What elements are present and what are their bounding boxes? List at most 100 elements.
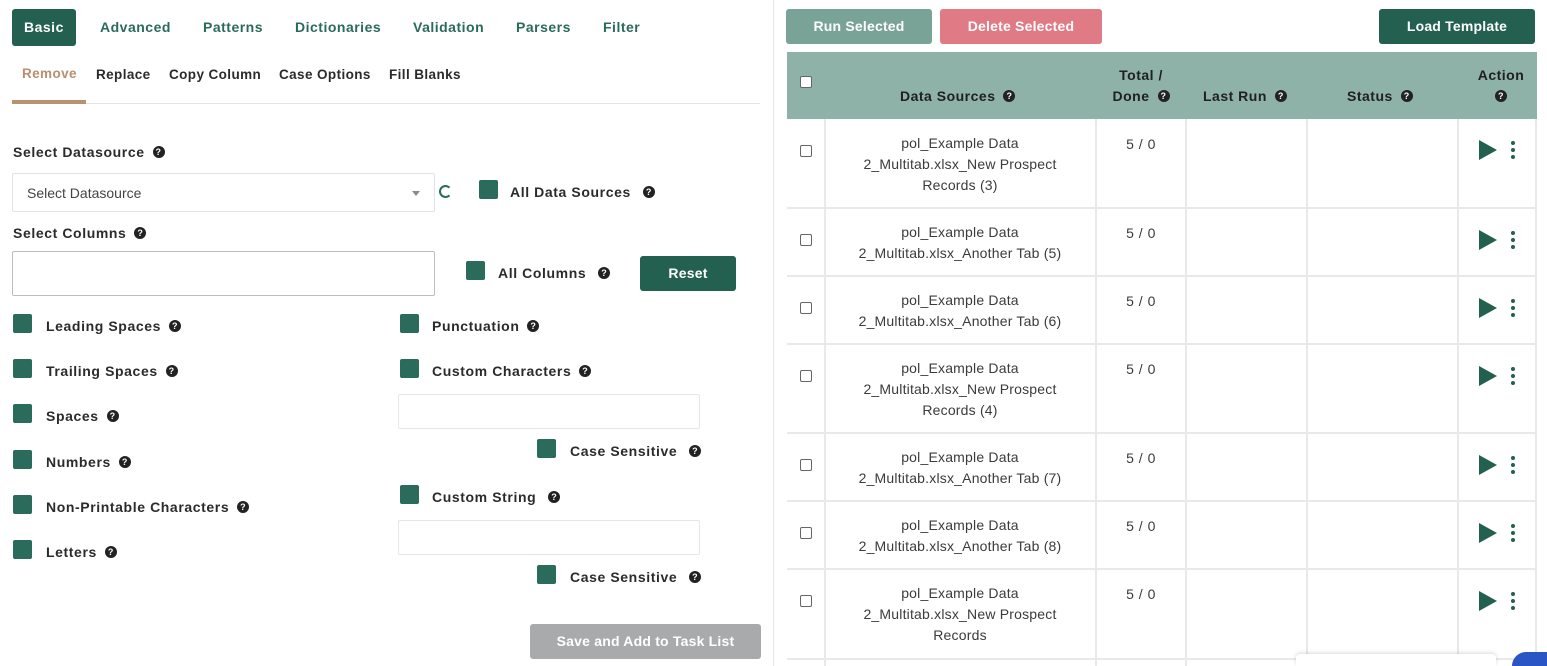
all-columns-checkbox[interactable]	[466, 261, 485, 280]
row-checkbox[interactable]	[800, 595, 812, 607]
help-icon[interactable]: ?	[548, 491, 561, 504]
datasource-name: pol_Example Data 2_Multitab.xlsx_Another …	[827, 222, 1093, 264]
help-icon[interactable]: ?	[1274, 90, 1287, 103]
help-icon[interactable]: ?	[106, 410, 119, 423]
more-vertical-icon[interactable]	[1511, 367, 1515, 388]
chat-popup[interactable]	[1296, 654, 1496, 666]
datasource-line: 2_Multitab.xlsx_Another Tab (6)	[858, 313, 1062, 329]
help-icon[interactable]: ?	[579, 365, 592, 378]
help-icon[interactable]: ?	[1495, 90, 1507, 103]
tab-parsers[interactable]: Parsers	[504, 9, 583, 46]
case-sensitive-checkbox-1[interactable]	[537, 439, 556, 458]
total-done-value: 5 / 0	[1126, 293, 1156, 309]
table-row[interactable]: pol_Example Data 2_Multitab.xlsx_Another …	[787, 277, 1537, 345]
table-row[interactable]: pol_Example Data 2_Multitab.xlsx_Another …	[787, 209, 1537, 277]
header-total-done[interactable]: Total / Done?	[1108, 65, 1174, 107]
help-icon[interactable]: ?	[689, 445, 702, 458]
run-selected-button[interactable]: Run Selected	[786, 9, 932, 44]
subtab-case-options[interactable]: Case Options	[279, 67, 371, 82]
play-icon[interactable]	[1479, 366, 1497, 386]
table-row[interactable]: pol_Example Data 2_Multitab.xlsx_New Pros…	[787, 570, 1537, 666]
leading-spaces-checkbox[interactable]	[13, 314, 32, 333]
subtab-fill-blanks[interactable]: Fill Blanks	[389, 67, 461, 82]
help-icon[interactable]: ?	[1003, 90, 1016, 103]
spaces-checkbox[interactable]	[13, 404, 32, 423]
custom-characters-text: Custom Characters	[432, 363, 572, 379]
punctuation-checkbox[interactable]	[400, 314, 419, 333]
tab-dictionaries[interactable]: Dictionaries	[283, 9, 393, 46]
play-icon[interactable]	[1479, 455, 1497, 475]
row-checkbox[interactable]	[800, 234, 812, 246]
play-icon[interactable]	[1479, 523, 1497, 543]
help-icon[interactable]: ?	[152, 146, 165, 159]
play-icon[interactable]	[1479, 230, 1497, 250]
header-data-sources[interactable]: Data Sources?	[900, 86, 1016, 107]
more-vertical-icon[interactable]	[1511, 299, 1515, 320]
play-icon[interactable]	[1479, 140, 1497, 160]
non-printable-checkbox[interactable]	[13, 495, 32, 514]
chat-launcher-icon[interactable]	[1512, 652, 1547, 666]
row-checkbox[interactable]	[800, 145, 812, 157]
table-row[interactable]: pol_Example Data 2_Multitab.xlsx_Another …	[787, 502, 1537, 570]
help-icon[interactable]: ?	[118, 456, 131, 469]
reset-button[interactable]: Reset	[640, 256, 736, 291]
tab-basic[interactable]: Basic	[12, 9, 76, 46]
help-icon[interactable]: ?	[598, 267, 611, 280]
trailing-spaces-checkbox[interactable]	[13, 359, 32, 378]
save-and-add-button[interactable]: Save and Add to Task List	[530, 624, 761, 659]
tab-advanced[interactable]: Advanced	[88, 9, 183, 46]
help-icon[interactable]: ?	[134, 227, 147, 240]
columns-input[interactable]	[12, 251, 435, 296]
help-icon[interactable]: ?	[1400, 90, 1413, 103]
header-status[interactable]: Status?	[1347, 86, 1413, 107]
help-icon[interactable]: ?	[527, 320, 540, 333]
tab-validation[interactable]: Validation	[401, 9, 496, 46]
help-icon[interactable]: ?	[165, 365, 178, 378]
subtab-divider	[12, 103, 760, 104]
datasource-select[interactable]: Select Datasource	[12, 173, 435, 212]
custom-characters-checkbox[interactable]	[400, 359, 419, 378]
custom-string-input[interactable]	[398, 520, 700, 555]
row-checkbox[interactable]	[800, 370, 812, 382]
refresh-icon[interactable]	[439, 185, 452, 198]
delete-selected-button[interactable]: Delete Selected	[940, 9, 1102, 44]
select-all-checkbox[interactable]	[800, 76, 812, 88]
datasource-line: Records (3)	[922, 177, 998, 193]
row-checkbox[interactable]	[800, 302, 812, 314]
subtab-replace[interactable]: Replace	[96, 67, 151, 82]
case-sensitive-text: Case Sensitive	[570, 443, 678, 459]
help-icon[interactable]: ?	[642, 186, 655, 199]
tab-patterns[interactable]: Patterns	[191, 9, 275, 46]
more-vertical-icon[interactable]	[1511, 592, 1515, 613]
header-last-run[interactable]: Last Run?	[1203, 86, 1287, 107]
table-row[interactable]: pol_Example Data 2_Multitab.xlsx_Another …	[787, 434, 1537, 502]
more-vertical-icon[interactable]	[1511, 524, 1515, 545]
more-vertical-icon[interactable]	[1511, 231, 1515, 252]
help-icon[interactable]: ?	[237, 501, 250, 514]
header-data-sources-text: Data Sources	[900, 88, 996, 104]
table-row[interactable]: pol_Example Data 2_Multitab.xlsx_New Pros…	[787, 119, 1537, 209]
non-printable-label: Non-Printable Characters?	[46, 499, 250, 515]
row-checkbox[interactable]	[800, 459, 812, 471]
custom-characters-input[interactable]	[398, 394, 700, 429]
subtab-copy-column[interactable]: Copy Column	[169, 67, 261, 82]
numbers-checkbox[interactable]	[13, 450, 32, 469]
help-icon[interactable]: ?	[169, 320, 181, 333]
row-checkbox[interactable]	[800, 527, 812, 539]
more-vertical-icon[interactable]	[1511, 456, 1515, 477]
custom-string-checkbox[interactable]	[400, 485, 419, 504]
load-template-button[interactable]: Load Template	[1379, 9, 1535, 44]
table-row[interactable]: pol_Example Data 2_Multitab.xlsx_New Pros…	[787, 345, 1537, 434]
play-icon[interactable]	[1479, 298, 1497, 318]
more-vertical-icon[interactable]	[1511, 141, 1515, 162]
help-icon[interactable]: ?	[689, 571, 702, 584]
case-sensitive-checkbox-2[interactable]	[537, 565, 556, 584]
help-icon[interactable]: ?	[1157, 90, 1170, 103]
play-icon[interactable]	[1479, 591, 1497, 611]
letters-checkbox[interactable]	[13, 540, 32, 559]
datasource-line: 2_Multitab.xlsx_Another Tab (8)	[858, 538, 1062, 554]
tab-filter[interactable]: Filter	[591, 9, 652, 46]
help-icon[interactable]: ?	[104, 546, 117, 559]
all-data-sources-checkbox[interactable]	[479, 180, 498, 199]
subtab-remove[interactable]: Remove	[22, 66, 77, 81]
